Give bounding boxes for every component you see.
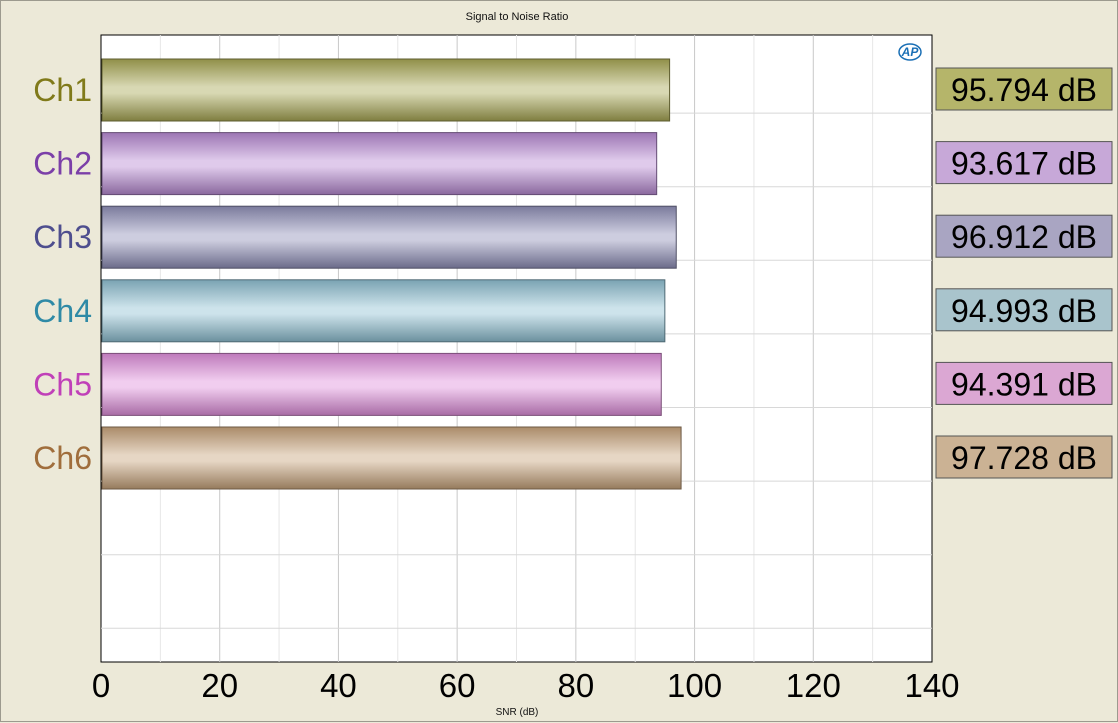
- category-label: Ch6: [33, 440, 92, 476]
- chart-frame: Signal to Noise Ratio Ch1 95.794 dB Ch2 93.…: [0, 0, 1118, 722]
- value-label: 97.728 dB: [951, 440, 1097, 476]
- x-tick-label: 100: [667, 667, 722, 704]
- category-label: Ch2: [33, 146, 92, 182]
- bar-ch4: [101, 279, 666, 343]
- x-tick-label: 140: [904, 667, 959, 704]
- category-label: Ch3: [33, 219, 92, 255]
- bar-ch5: [101, 352, 662, 416]
- category-label: Ch5: [33, 366, 92, 402]
- bar-ch2: [101, 132, 658, 196]
- bar-ch6: [101, 426, 682, 490]
- logo-text: AP: [901, 45, 920, 59]
- x-tick-label: 40: [320, 667, 357, 704]
- value-label: 93.617 dB: [951, 146, 1097, 182]
- plot-area: Ch1 95.794 dB Ch2 93.617 dB Ch3 96.912 dB Ch4 9…: [33, 34, 1113, 704]
- value-label: 96.912 dB: [951, 219, 1097, 255]
- bar-ch3: [101, 205, 677, 269]
- x-tick-label: 60: [439, 667, 476, 704]
- category-label: Ch4: [33, 293, 92, 329]
- category-label: Ch1: [33, 72, 92, 108]
- bar-ch1: [101, 58, 671, 122]
- x-tick-label: 120: [786, 667, 841, 704]
- value-label: 94.391 dB: [951, 366, 1097, 402]
- x-tick-label: 20: [201, 667, 238, 704]
- value-label: 94.993 dB: [951, 293, 1097, 329]
- x-axis-label: SNR (dB): [495, 707, 539, 718]
- ap-logo: AP: [898, 43, 922, 61]
- x-tick-label: 0: [92, 667, 110, 704]
- value-label: 95.794 dB: [951, 72, 1097, 108]
- x-tick-label: 80: [557, 667, 594, 704]
